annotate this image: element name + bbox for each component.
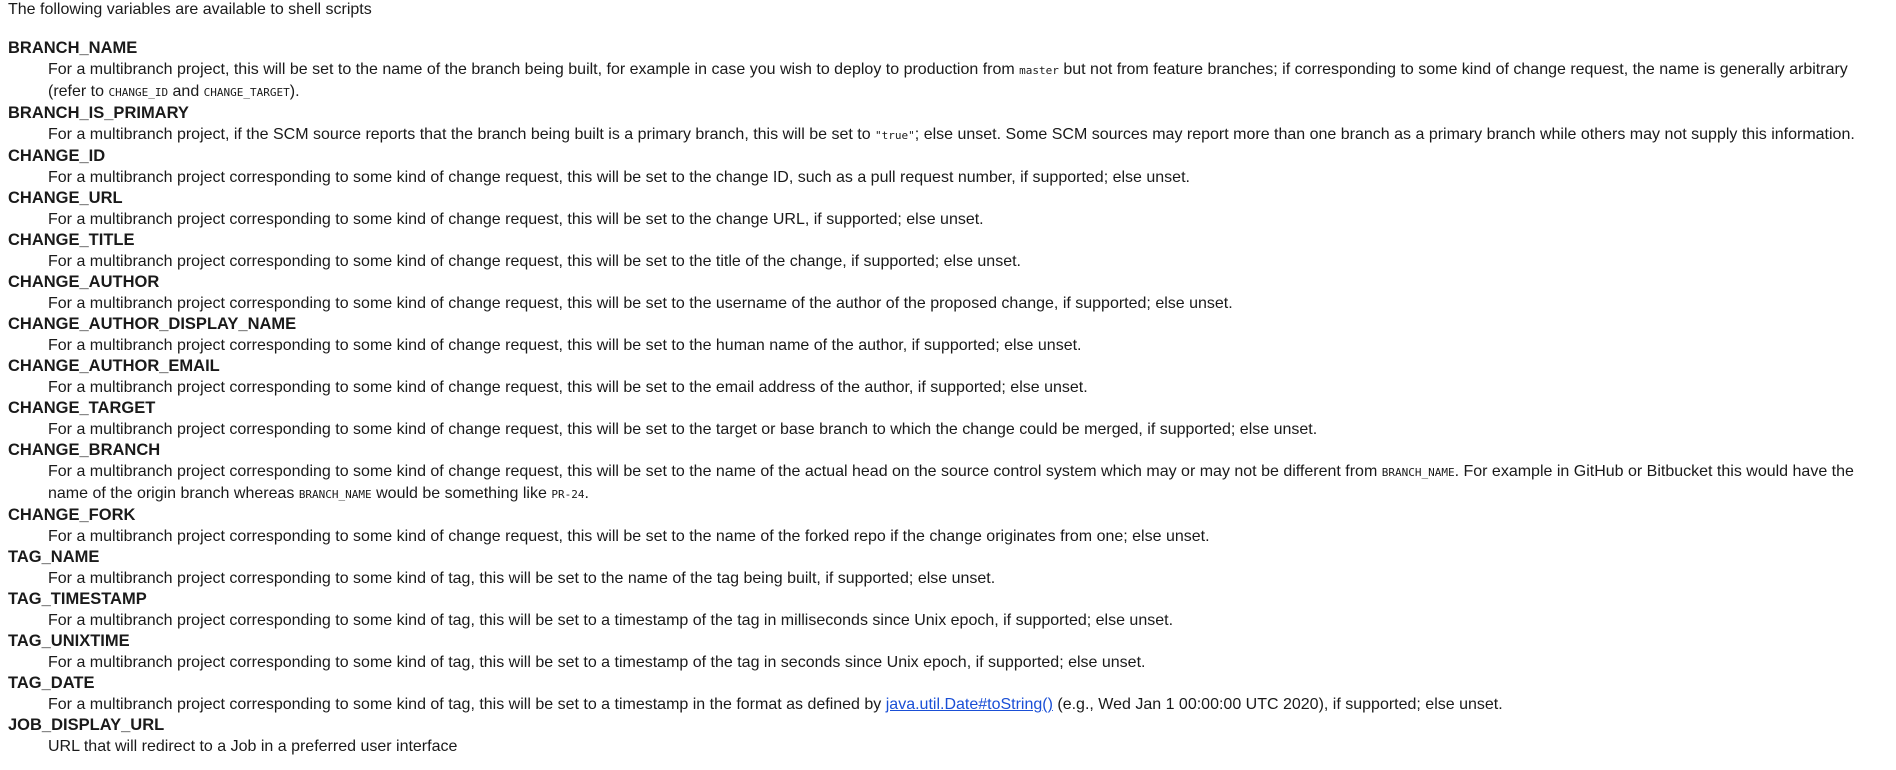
desc-text: would be something like [371, 485, 552, 502]
var-name-change-url: CHANGE_URL [8, 189, 123, 207]
var-name-change-author-email: CHANGE_AUTHOR_EMAIL [8, 357, 220, 375]
desc-text: For a multibranch project, if the SCM so… [48, 126, 876, 143]
env-vars-page: The following variables are available to… [0, 0, 1896, 757]
var-desc-branch-name: For a multibranch project, this will be … [48, 59, 1888, 103]
var-desc-change-branch: For a multibranch project corresponding … [48, 461, 1888, 505]
var-desc-change-url: For a multibranch project corresponding … [48, 211, 984, 228]
var-name-tag-unixtime: TAG_UNIXTIME [8, 632, 130, 650]
code-true: "true" [875, 129, 915, 142]
desc-text: For a multibranch project, this will be … [48, 61, 1020, 78]
code-master: master [1019, 64, 1059, 77]
var-name-change-author: CHANGE_AUTHOR [8, 273, 160, 291]
var-name-tag-timestamp: TAG_TIMESTAMP [8, 590, 147, 608]
code-change-id: CHANGE_ID [108, 86, 169, 99]
desc-text: ). [289, 83, 300, 100]
var-desc-tag-timestamp: For a multibranch project corresponding … [48, 612, 1174, 629]
var-name-change-branch: CHANGE_BRANCH [8, 441, 161, 459]
var-desc-change-author: For a multibranch project corresponding … [48, 295, 1233, 312]
var-name-change-author-display-name: CHANGE_AUTHOR_DISPLAY_NAME [8, 315, 297, 333]
var-name-change-id: CHANGE_ID [8, 147, 106, 165]
desc-text: and [168, 83, 204, 100]
var-desc-tag-date: For a multibranch project corresponding … [48, 694, 1888, 715]
var-desc-change-id: For a multibranch project corresponding … [48, 169, 1190, 186]
var-desc-change-author-email: For a multibranch project corresponding … [48, 379, 1088, 396]
java-date-tostring-link[interactable]: java.util.Date#toString() [886, 696, 1053, 713]
var-name-tag-date: TAG_DATE [8, 674, 95, 692]
code-branch-name: BRANCH_NAME [1381, 466, 1455, 479]
var-name-change-target: CHANGE_TARGET [8, 399, 156, 417]
var-name-change-fork: CHANGE_FORK [8, 506, 136, 524]
var-name-branch-is-primary: BRANCH_IS_PRIMARY [8, 104, 189, 122]
code-pr-24: PR-24 [551, 488, 585, 501]
var-name-change-title: CHANGE_TITLE [8, 231, 135, 249]
var-desc-tag-name: For a multibranch project corresponding … [48, 570, 996, 587]
var-name-tag-name: TAG_NAME [8, 548, 100, 566]
var-name-job-display-url: JOB_DISPLAY_URL [8, 716, 165, 734]
desc-text: ; else unset. Some SCM sources may repor… [914, 126, 1855, 143]
desc-text: For a multibranch project corresponding … [48, 463, 1382, 480]
intro-text: The following variables are available to… [8, 1, 372, 18]
var-name-branch-name: BRANCH_NAME [8, 39, 138, 57]
variable-list: BRANCH_NAME For a multibranch project, t… [8, 38, 1888, 757]
var-desc-branch-is-primary: For a multibranch project, if the SCM so… [48, 124, 1888, 146]
code-change-target: CHANGE_TARGET [203, 86, 290, 99]
var-desc-job-display-url: URL that will redirect to a Job in a pre… [48, 738, 458, 755]
var-desc-change-fork: For a multibranch project corresponding … [48, 528, 1210, 545]
var-desc-change-author-display-name: For a multibranch project corresponding … [48, 337, 1082, 354]
var-desc-change-title: For a multibranch project corresponding … [48, 253, 1021, 270]
desc-text: (e.g., Wed Jan 1 00:00:00 UTC 2020), if … [1052, 696, 1503, 713]
desc-text: . [584, 485, 589, 502]
desc-text: For a multibranch project corresponding … [48, 696, 886, 713]
code-branch-name: BRANCH_NAME [298, 488, 372, 501]
var-desc-change-target: For a multibranch project corresponding … [48, 421, 1318, 438]
var-desc-tag-unixtime: For a multibranch project corresponding … [48, 654, 1146, 671]
